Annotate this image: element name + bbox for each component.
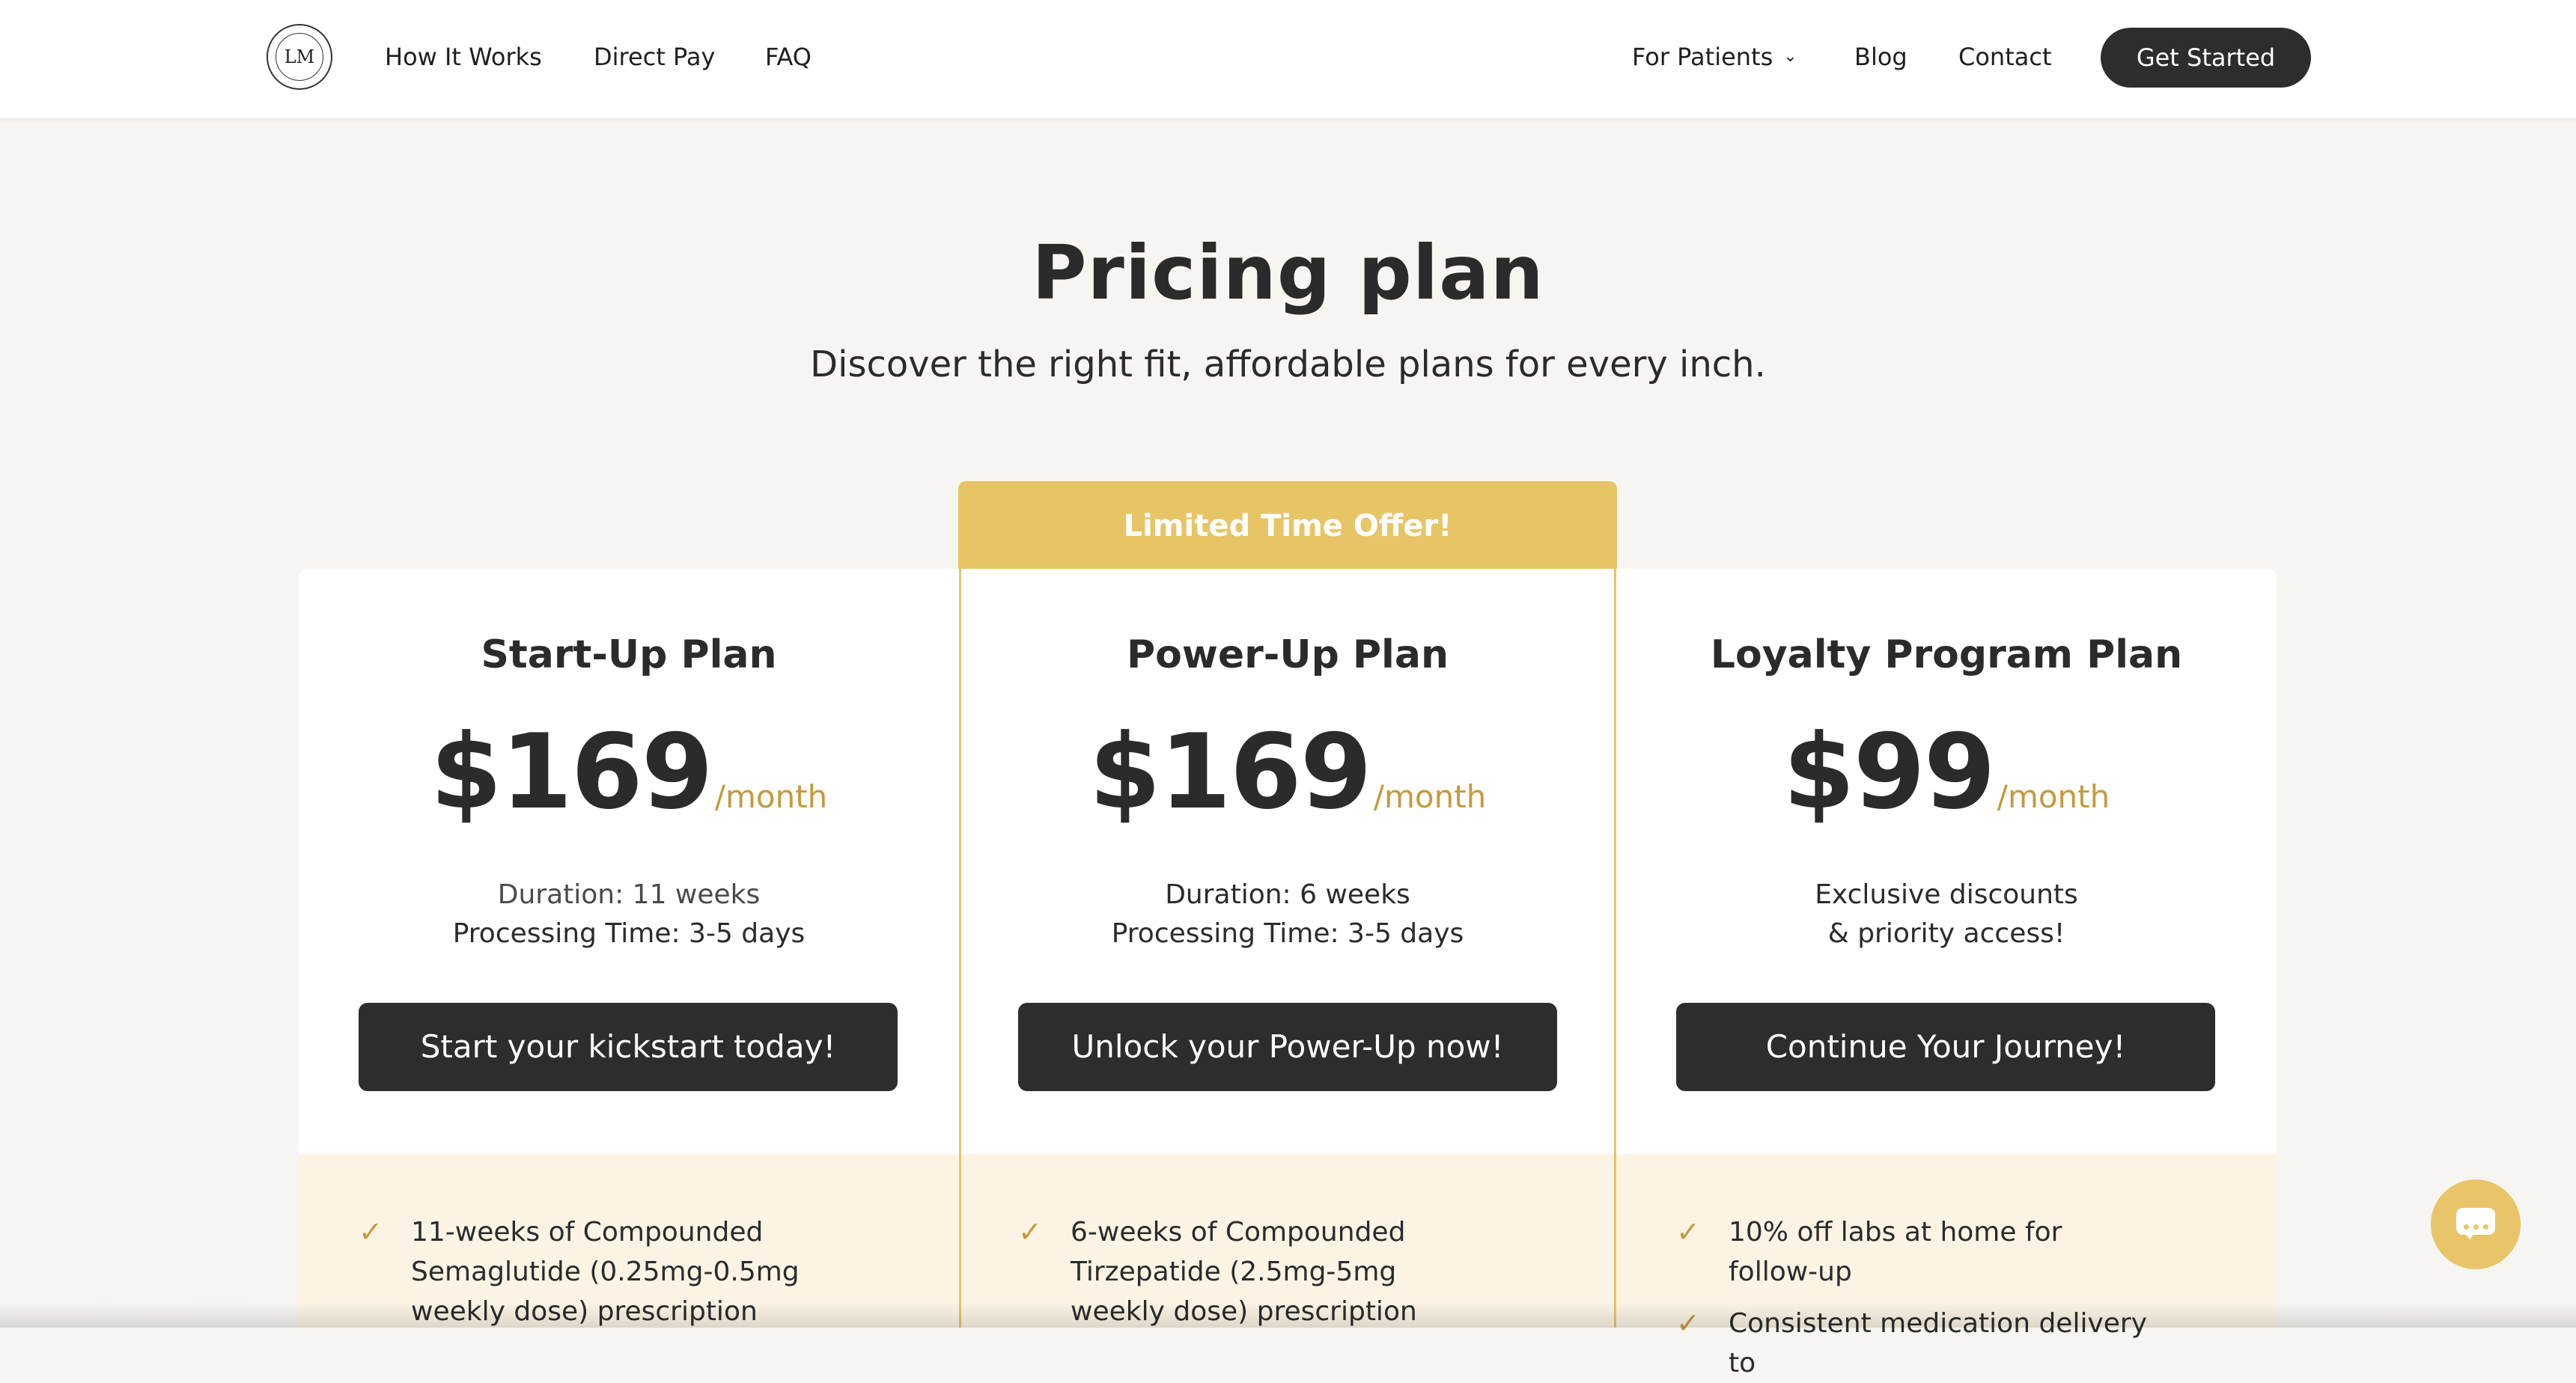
plan-processing-time: Processing Time: 3-5 days xyxy=(452,918,806,949)
plan-period: /month xyxy=(1373,778,1487,815)
nav-direct-pay[interactable]: Direct Pay xyxy=(594,39,715,75)
price-row: $169/month xyxy=(299,712,959,832)
nav-for-patients-label: For Patients xyxy=(1632,43,1773,71)
plan-card-loyalty: Loyalty Program Plan $99/month Exclusive… xyxy=(1616,569,2277,1379)
start-kickstart-button[interactable]: Start your kickstart today! xyxy=(359,1003,898,1091)
plan-duration: Duration: 6 weeks xyxy=(1165,879,1410,910)
bottom-shadow xyxy=(0,1302,2576,1328)
plan-name: Start-Up Plan xyxy=(481,632,777,677)
nav-faq[interactable]: FAQ xyxy=(765,39,812,75)
nav-for-patients[interactable]: For Patients ⌄ xyxy=(1632,39,1797,75)
plan-period: /month xyxy=(1997,778,2110,815)
check-icon: ✓ xyxy=(1018,1215,1042,1248)
plan-card-power-up: Power-Up Plan $169/month Duration: 6 wee… xyxy=(959,569,1616,1328)
nav-blog[interactable]: Blog xyxy=(1854,39,1907,75)
nav-contact[interactable]: Contact xyxy=(1958,39,2052,75)
page-subtitle: Discover the right fit, affordable plans… xyxy=(810,344,1766,385)
chat-button[interactable] xyxy=(2431,1179,2521,1269)
plan-details: Duration: 6 weeks Processing Time: 3-5 d… xyxy=(961,876,1614,953)
feature-text: 10% off labs at home for follow-up xyxy=(1729,1217,2062,1287)
chat-dots xyxy=(2456,1218,2495,1233)
chevron-down-icon: ⌄ xyxy=(1783,47,1797,66)
limited-offer-badge: Limited Time Offer! xyxy=(958,481,1617,571)
plan-duration: Duration: 11 weeks xyxy=(497,879,761,910)
price-row: $169/month xyxy=(961,712,1614,832)
plan-processing-time: Processing Time: 3-5 days xyxy=(1111,918,1464,949)
continue-journey-button[interactable]: Continue Your Journey! xyxy=(1676,1003,2215,1091)
plan-details: Exclusive discounts & priority access! xyxy=(1616,876,2277,953)
navbar: LM How It Works Direct Pay FAQ For Patie… xyxy=(0,0,2576,118)
plan-card-start-up: Start-Up Plan $169/month Duration: 11 we… xyxy=(299,569,959,1328)
get-started-button[interactable]: Get Started xyxy=(2101,28,2311,88)
feature-item: ✓ 10% off labs at home for follow-up xyxy=(1676,1212,2140,1292)
logo-mark: LM xyxy=(275,33,323,81)
check-icon: ✓ xyxy=(1676,1215,1700,1248)
plan-period: /month xyxy=(714,778,828,815)
check-icon: ✓ xyxy=(359,1215,383,1248)
logo[interactable]: LM xyxy=(267,24,332,90)
plan-price: $169 xyxy=(1088,712,1372,832)
plan-perk-line-1: Exclusive discounts xyxy=(1815,879,2078,910)
chat-icon xyxy=(2456,1208,2495,1239)
page-title: Pricing plan xyxy=(1032,229,1544,317)
plan-perk-line-2: & priority access! xyxy=(1827,918,2065,949)
nav-how-it-works[interactable]: How It Works xyxy=(385,39,542,75)
plan-price: $169 xyxy=(430,712,713,832)
plan-name: Power-Up Plan xyxy=(1127,632,1449,677)
plan-price: $99 xyxy=(1782,712,1996,832)
plan-details: Duration: 11 weeks Processing Time: 3-5 … xyxy=(299,876,959,953)
unlock-power-up-button[interactable]: Unlock your Power-Up now! xyxy=(1018,1003,1557,1091)
plan-name: Loyalty Program Plan xyxy=(1710,632,2183,677)
logo-text: LM xyxy=(284,46,315,67)
price-row: $99/month xyxy=(1616,712,2277,832)
